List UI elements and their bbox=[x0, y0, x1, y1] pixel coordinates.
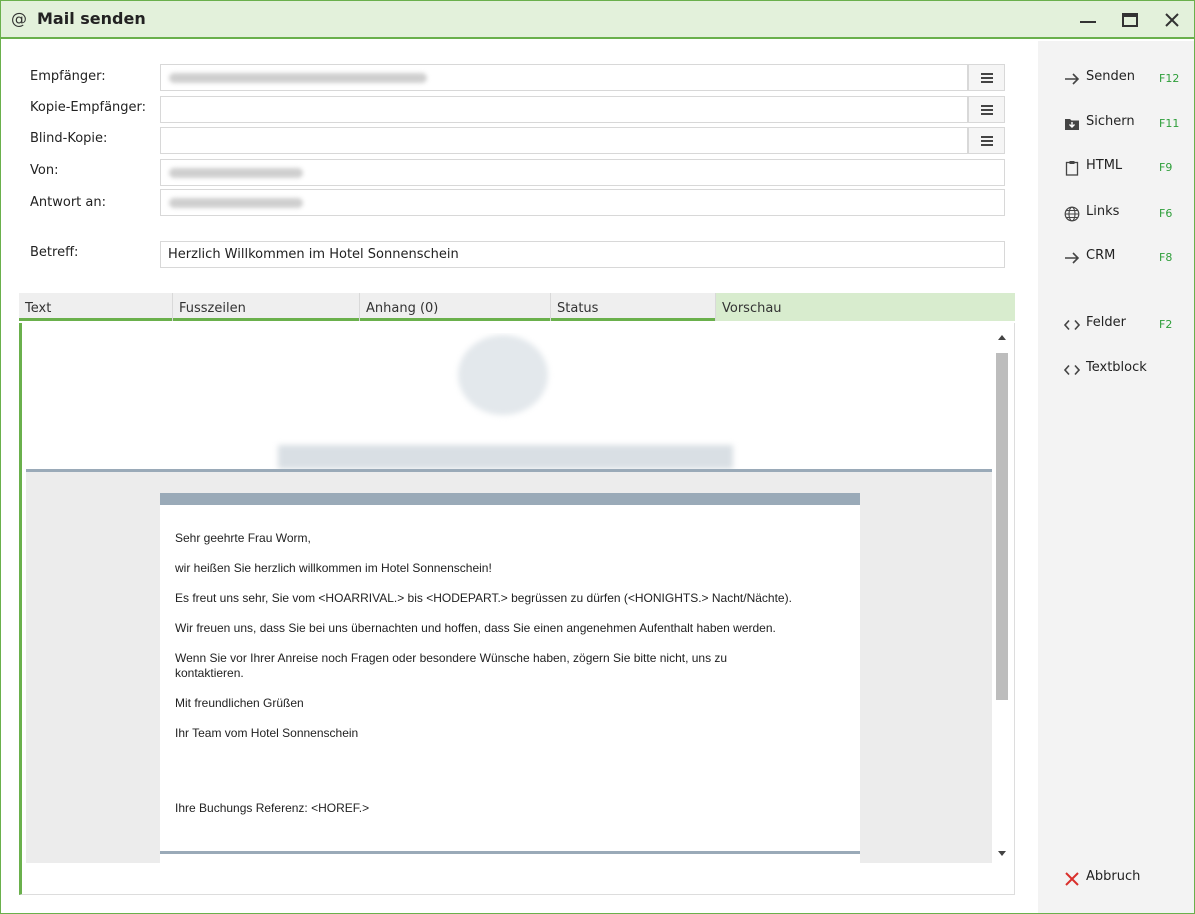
body-line: Es freut uns sehr, Sie vom <HOARRIVAL.> … bbox=[175, 591, 792, 605]
body-line: Wir freuen uns, dass Sie bei uns übernac… bbox=[175, 621, 776, 635]
bcc-label: Blind-Kopie: bbox=[30, 131, 108, 146]
preview-scrollbar[interactable] bbox=[994, 333, 1010, 863]
body-line: wir heißen Sie herzlich willkommen im Ho… bbox=[175, 561, 492, 575]
from-label: Von: bbox=[30, 163, 59, 178]
title-bar: @ Mail senden bbox=[1, 1, 1194, 39]
html-shortcut: F9 bbox=[1159, 161, 1173, 174]
subject-label: Betreff: bbox=[30, 245, 79, 260]
arrow-right-icon bbox=[1063, 249, 1081, 267]
fields-shortcut: F2 bbox=[1159, 318, 1173, 331]
send-shortcut: F12 bbox=[1159, 72, 1180, 85]
reply-to-value-redacted bbox=[169, 198, 303, 208]
cancel-label: Abbruch bbox=[1086, 869, 1141, 884]
scroll-thumb[interactable] bbox=[996, 353, 1008, 700]
hotel-logo bbox=[458, 335, 548, 415]
links-button[interactable]: Links F6 bbox=[1063, 203, 1173, 225]
html-button[interactable]: HTML F9 bbox=[1063, 157, 1173, 179]
minimize-icon bbox=[1080, 21, 1096, 23]
globe-icon bbox=[1063, 205, 1081, 223]
card-top-bar bbox=[160, 493, 860, 505]
maximize-button[interactable] bbox=[1116, 7, 1144, 33]
save-shortcut: F11 bbox=[1159, 117, 1180, 130]
mail-window: @ Mail senden Empfänger: Kopie-Empfänger… bbox=[0, 0, 1195, 914]
tab-attachments[interactable]: Anhang (0) bbox=[360, 293, 551, 321]
html-label: HTML bbox=[1086, 158, 1123, 173]
send-label: Senden bbox=[1086, 69, 1135, 84]
cc-field[interactable] bbox=[160, 96, 968, 123]
crm-button[interactable]: CRM F8 bbox=[1063, 247, 1173, 269]
crm-label: CRM bbox=[1086, 248, 1116, 263]
from-field[interactable] bbox=[160, 159, 1005, 186]
save-label: Sichern bbox=[1086, 114, 1135, 129]
tab-bar: Text Fusszeilen Anhang (0) Status Vorsch… bbox=[19, 293, 1015, 321]
email-body-card: Sehr geehrte Frau Worm, wir heißen Sie h… bbox=[160, 493, 860, 863]
cancel-button[interactable]: Abbruch bbox=[1063, 868, 1173, 890]
code-icon bbox=[1063, 316, 1081, 334]
cancel-x-icon bbox=[1063, 870, 1081, 888]
menu-icon bbox=[980, 135, 993, 146]
send-button[interactable]: Senden F12 bbox=[1063, 68, 1179, 90]
hotel-name-redacted bbox=[278, 445, 733, 469]
scroll-up-icon[interactable] bbox=[998, 335, 1006, 340]
save-button[interactable]: Sichern F11 bbox=[1063, 113, 1179, 135]
close-icon bbox=[1165, 13, 1179, 27]
textblock-button[interactable]: Textblock bbox=[1063, 359, 1173, 381]
menu-icon bbox=[980, 104, 993, 115]
tab-preview[interactable]: Vorschau bbox=[716, 293, 1015, 321]
tab-footers[interactable]: Fusszeilen bbox=[173, 293, 360, 321]
closing: Mit freundlichen Grüßen bbox=[175, 696, 304, 710]
from-value-redacted bbox=[169, 168, 303, 178]
maximize-icon bbox=[1122, 13, 1138, 27]
menu-icon bbox=[980, 72, 993, 83]
booking-reference: Ihre Buchungs Referenz: <HOREF.> bbox=[175, 801, 370, 815]
preview-panel: Sehr geehrte Frau Worm, wir heißen Sie h… bbox=[19, 323, 1015, 895]
minimize-button[interactable] bbox=[1074, 7, 1102, 33]
textblock-label: Textblock bbox=[1086, 360, 1147, 375]
body-line: Wenn Sie vor Ihrer Anreise noch Fragen o… bbox=[175, 651, 728, 680]
window-title: Mail senden bbox=[37, 9, 146, 28]
fields-label: Felder bbox=[1086, 315, 1126, 330]
crm-shortcut: F8 bbox=[1159, 251, 1173, 264]
to-address-book-button[interactable] bbox=[968, 64, 1005, 91]
save-folder-icon bbox=[1063, 115, 1081, 133]
subject-value: Herzlich Willkommen im Hotel Sonnenschei… bbox=[168, 247, 459, 262]
code-icon bbox=[1063, 361, 1081, 379]
to-value-redacted bbox=[169, 73, 427, 83]
cc-label: Kopie-Empfänger: bbox=[30, 100, 147, 115]
reply-to-label: Antwort an: bbox=[30, 195, 106, 210]
bcc-address-book-button[interactable] bbox=[968, 127, 1005, 154]
scroll-down-icon[interactable] bbox=[998, 851, 1006, 856]
links-shortcut: F6 bbox=[1159, 207, 1173, 220]
to-field[interactable] bbox=[160, 64, 968, 91]
bcc-field[interactable] bbox=[160, 127, 968, 154]
email-preview: Sehr geehrte Frau Worm, wir heißen Sie h… bbox=[26, 333, 992, 863]
main-area: Empfänger: Kopie-Empfänger: Blind-Kopie:… bbox=[1, 41, 1038, 913]
close-button[interactable] bbox=[1158, 7, 1186, 33]
links-label: Links bbox=[1086, 204, 1120, 219]
clipboard-icon bbox=[1063, 159, 1081, 177]
tab-status[interactable]: Status bbox=[551, 293, 716, 321]
tab-text[interactable]: Text bbox=[19, 293, 173, 321]
cc-address-book-button[interactable] bbox=[968, 96, 1005, 123]
signature: Ihr Team vom Hotel Sonnenschein bbox=[175, 726, 359, 740]
salutation: Sehr geehrte Frau Worm, bbox=[175, 531, 311, 545]
arrow-right-icon bbox=[1063, 70, 1081, 88]
reply-to-field[interactable] bbox=[160, 189, 1005, 216]
subject-field[interactable]: Herzlich Willkommen im Hotel Sonnenschei… bbox=[160, 241, 1005, 268]
at-icon: @ bbox=[11, 9, 27, 28]
fields-button[interactable]: Felder F2 bbox=[1063, 314, 1173, 336]
card-bottom-bar bbox=[160, 851, 860, 854]
to-label: Empfänger: bbox=[30, 69, 106, 84]
